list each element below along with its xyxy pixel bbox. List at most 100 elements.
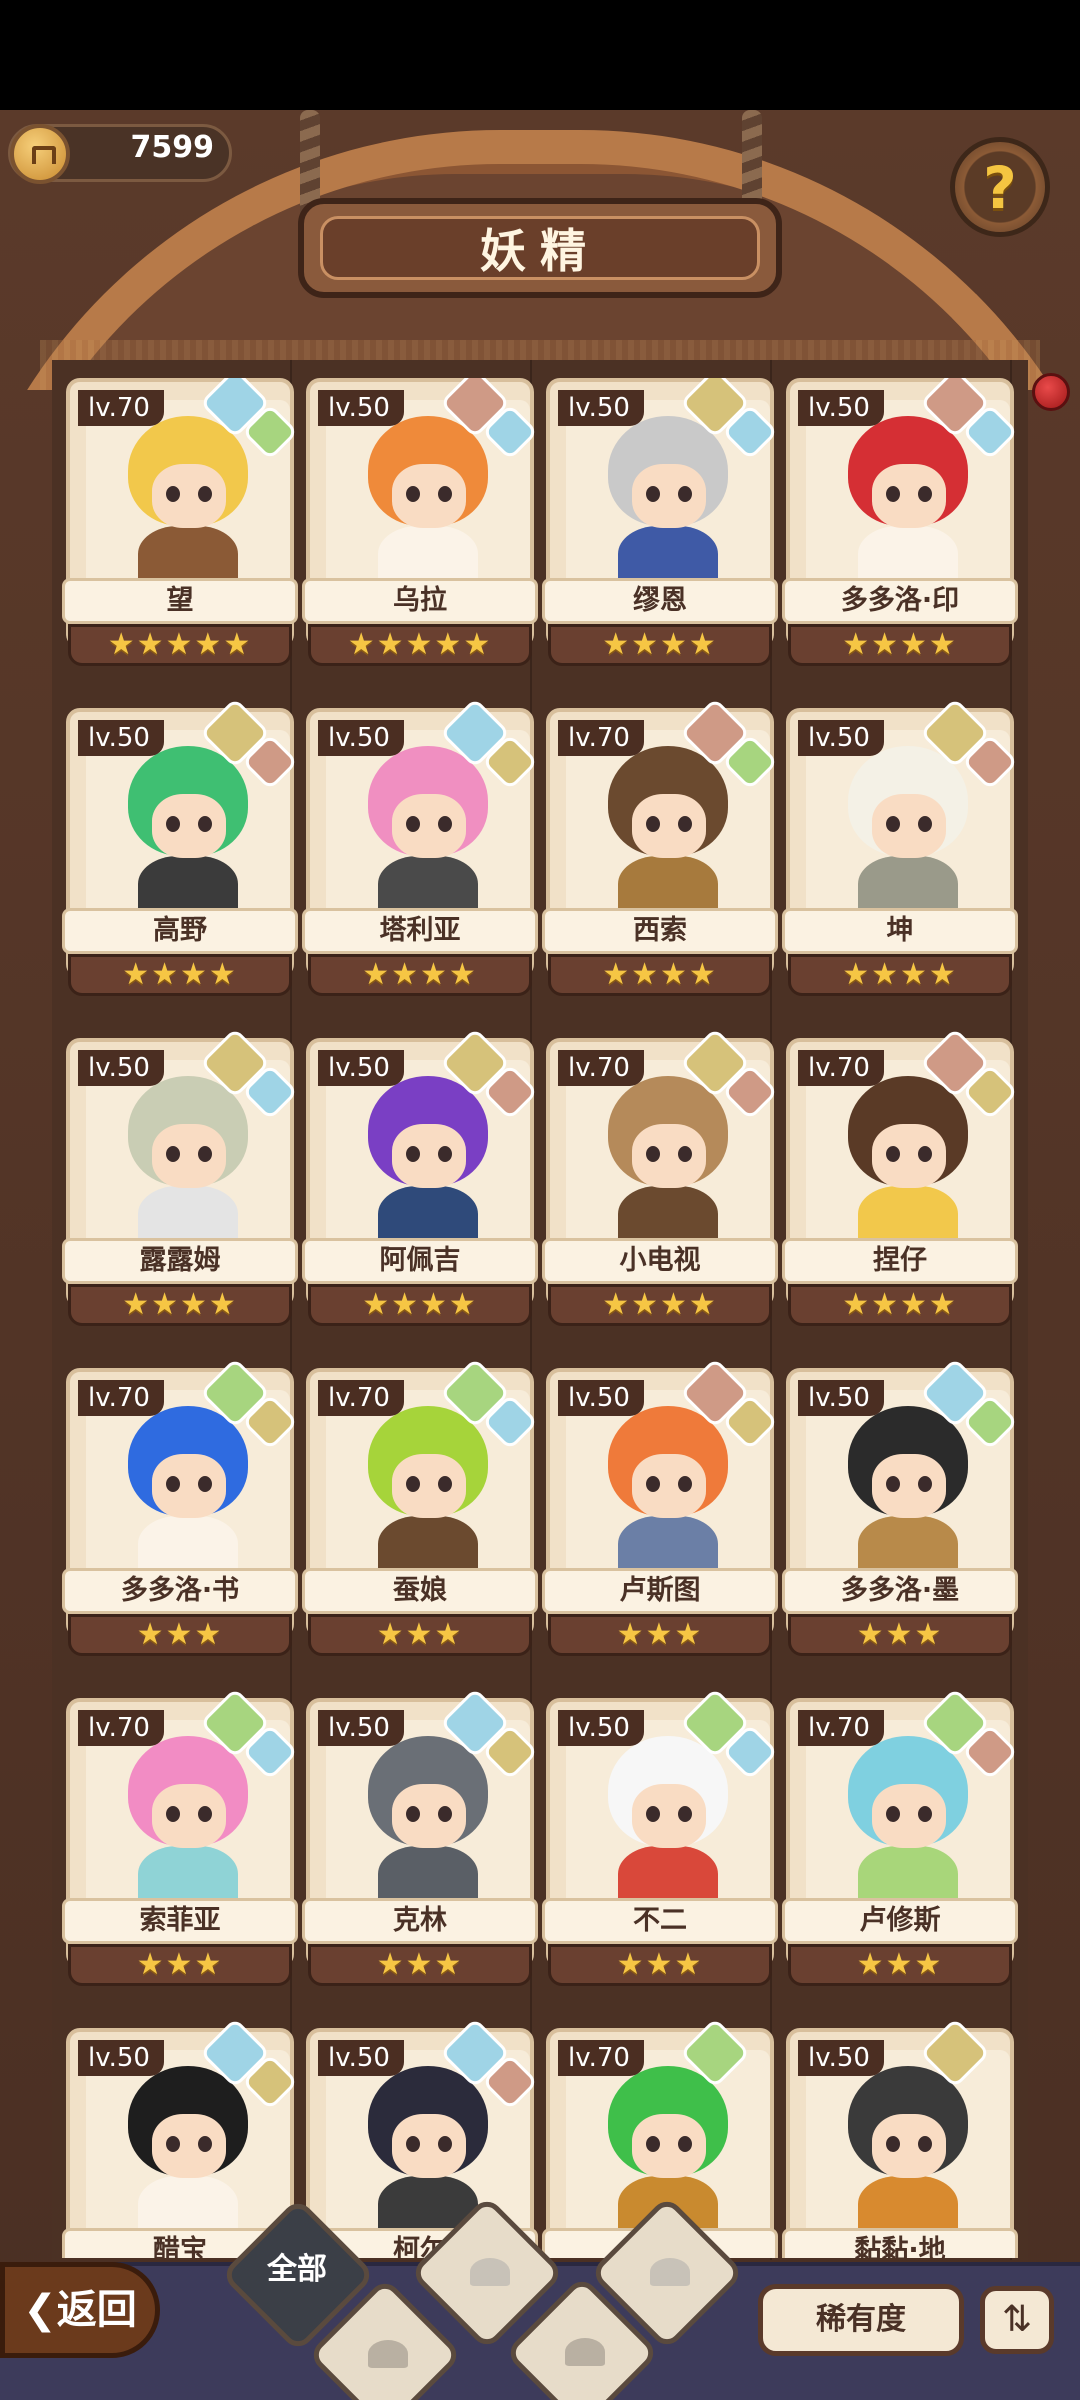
page-title: 妖精 — [480, 224, 600, 278]
mountain-icon — [565, 2338, 605, 2366]
fairy-name: 卢修斯 — [859, 1905, 941, 1936]
level-tag: lv.70 — [318, 1380, 404, 1416]
stars: ★★★★ — [602, 1287, 718, 1322]
star-rating: ★★★★★ — [68, 624, 292, 666]
star-rating: ★★★ — [548, 1944, 772, 1986]
fairy-card[interactable]: lv.70 卢修斯 ★★★ — [782, 1687, 1019, 1998]
fairy-card[interactable]: lv.50 高野 ★★★★ — [62, 697, 299, 1008]
rarity-sort-button[interactable]: 稀有度 — [758, 2284, 964, 2356]
level-tag: lv.70 — [798, 1050, 884, 1086]
stars: ★★★★★ — [107, 627, 253, 662]
portrait-face — [152, 1454, 226, 1518]
name-ribbon: 望 — [62, 578, 298, 624]
stars: ★★★★ — [842, 1287, 958, 1322]
level-tag: lv.50 — [78, 2040, 164, 2076]
portrait-face — [392, 794, 466, 858]
level-tag: lv.70 — [798, 1710, 884, 1746]
name-ribbon: 多多洛·墨 — [782, 1568, 1018, 1614]
level-tag: lv.50 — [558, 1710, 644, 1746]
fairy-card[interactable]: lv.50醋宝★★★ — [62, 2017, 299, 2258]
star-rating: ★★★★ — [788, 624, 1012, 666]
stars: ★★★★ — [362, 957, 478, 992]
name-ribbon: 坤 — [782, 908, 1018, 954]
stars: ★★★ — [856, 1617, 944, 1652]
name-ribbon: 露露姆 — [62, 1238, 298, 1284]
stars: ★★★★ — [362, 1287, 478, 1322]
fairy-card[interactable]: lv.50 阿佩吉 ★★★★ — [302, 1027, 539, 1338]
fairy-card[interactable]: lv.50 坤 ★★★★ — [782, 697, 1019, 1008]
fairy-card[interactable]: lv.70 小电视 ★★★★ — [542, 1027, 779, 1338]
stars: ★★★★ — [842, 957, 958, 992]
star-rating: ★★★★ — [788, 1284, 1012, 1326]
level-tag: lv.50 — [558, 390, 644, 426]
level-tag: lv.70 — [78, 1710, 164, 1746]
fairy-card[interactable]: lv.50 乌拉 ★★★★★ — [302, 378, 539, 678]
fairy-card[interactable]: lv.70 西索 ★★★★ — [542, 697, 779, 1008]
fairy-name: 多多洛·书 — [120, 1575, 240, 1606]
level-tag: lv.70 — [558, 2040, 644, 2076]
back-button[interactable]: ❮返回 — [0, 2262, 160, 2358]
fairy-name: 乌拉 — [393, 585, 447, 616]
fairy-card[interactable]: lv.70 望 ★★★★★ — [62, 378, 299, 678]
name-ribbon: 缪恩 — [542, 578, 778, 624]
star-rating: ★★★ — [68, 1944, 292, 1986]
fairy-name: 露露姆 — [139, 1245, 221, 1276]
name-ribbon: 多多洛·书 — [62, 1568, 298, 1614]
help-button[interactable]: ? — [950, 137, 1050, 237]
name-ribbon: 不二 — [542, 1898, 778, 1944]
star-rating: ★★★ — [68, 1614, 292, 1656]
name-ribbon: 多多洛·印 — [782, 578, 1018, 624]
fairy-card[interactable]: lv.50 多多洛·印 ★★★★ — [782, 378, 1019, 678]
portrait-face — [872, 464, 946, 528]
fairy-card[interactable]: lv.50 克林 ★★★ — [302, 1687, 539, 1998]
fairy-card[interactable]: lv.70 捏仔 ★★★★ — [782, 1027, 1019, 1338]
level-tag: lv.50 — [78, 720, 164, 756]
star-rating: ★★★★ — [68, 954, 292, 996]
name-ribbon: 黏黏·地 — [782, 2228, 1018, 2258]
star-rating: ★★★★ — [548, 624, 772, 666]
name-ribbon: 阿佩吉 — [302, 1238, 538, 1284]
card-frame: lv.50 — [66, 2017, 299, 2258]
fairy-card[interactable]: lv.50 不二 ★★★ — [542, 1687, 779, 1998]
portrait-face — [392, 1454, 466, 1518]
portrait-face — [632, 1454, 706, 1518]
coin-icon — [10, 124, 70, 184]
name-ribbon: 蚕娘 — [302, 1568, 538, 1614]
level-tag: lv.50 — [798, 2040, 884, 2076]
fairy-card[interactable]: lv.70 索菲亚 ★★★ — [62, 1687, 299, 1998]
level-tag: lv.50 — [318, 390, 404, 426]
level-tag: lv.50 — [318, 1710, 404, 1746]
stars: ★★★ — [376, 1617, 464, 1652]
water-drop-icon — [470, 2258, 510, 2286]
level-tag: lv.50 — [798, 1380, 884, 1416]
star-rating: ★★★★ — [308, 1284, 532, 1326]
fairy-card[interactable]: lv.70 多多洛·书 ★★★ — [62, 1357, 299, 1668]
stars: ★★★ — [136, 1947, 224, 1982]
fairy-card[interactable]: lv.50 露露姆 ★★★★ — [62, 1027, 299, 1338]
fairy-card[interactable]: lv.50 多多洛·墨 ★★★ — [782, 1357, 1019, 1668]
sort-icon: ⇅ — [1001, 2299, 1033, 2340]
fairy-card[interactable]: lv.50 塔利亚 ★★★★ — [302, 697, 539, 1008]
fairy-name: 蚕娘 — [393, 1575, 447, 1606]
stars: ★★★★ — [602, 957, 718, 992]
stars: ★★★★ — [602, 627, 718, 662]
star-rating: ★★★★ — [548, 1284, 772, 1326]
portrait-face — [152, 464, 226, 528]
sort-order-button[interactable]: ⇅ — [980, 2286, 1054, 2354]
fairy-card[interactable]: lv.50 卢斯图 ★★★ — [542, 1357, 779, 1668]
fairy-name: 缪恩 — [633, 585, 687, 616]
name-ribbon: 小电视 — [542, 1238, 778, 1284]
ladybug-icon[interactable] — [1032, 373, 1070, 411]
portrait-face — [632, 794, 706, 858]
stars: ★★★ — [376, 1947, 464, 1982]
fairy-card[interactable]: lv.50 缪恩 ★★★★ — [542, 378, 779, 678]
star-rating: ★★★ — [788, 1614, 1012, 1656]
fairy-card[interactable]: lv.50黏黏·地★★★ — [782, 2017, 1018, 2258]
portrait-face — [392, 2114, 466, 2178]
leaf-icon — [368, 2340, 408, 2368]
level-tag: lv.70 — [558, 1050, 644, 1086]
stars: ★★★★ — [122, 957, 238, 992]
star-rating: ★★★ — [308, 1614, 532, 1656]
fairy-card[interactable]: lv.70 蚕娘 ★★★ — [302, 1357, 539, 1668]
portrait-face — [392, 1784, 466, 1848]
